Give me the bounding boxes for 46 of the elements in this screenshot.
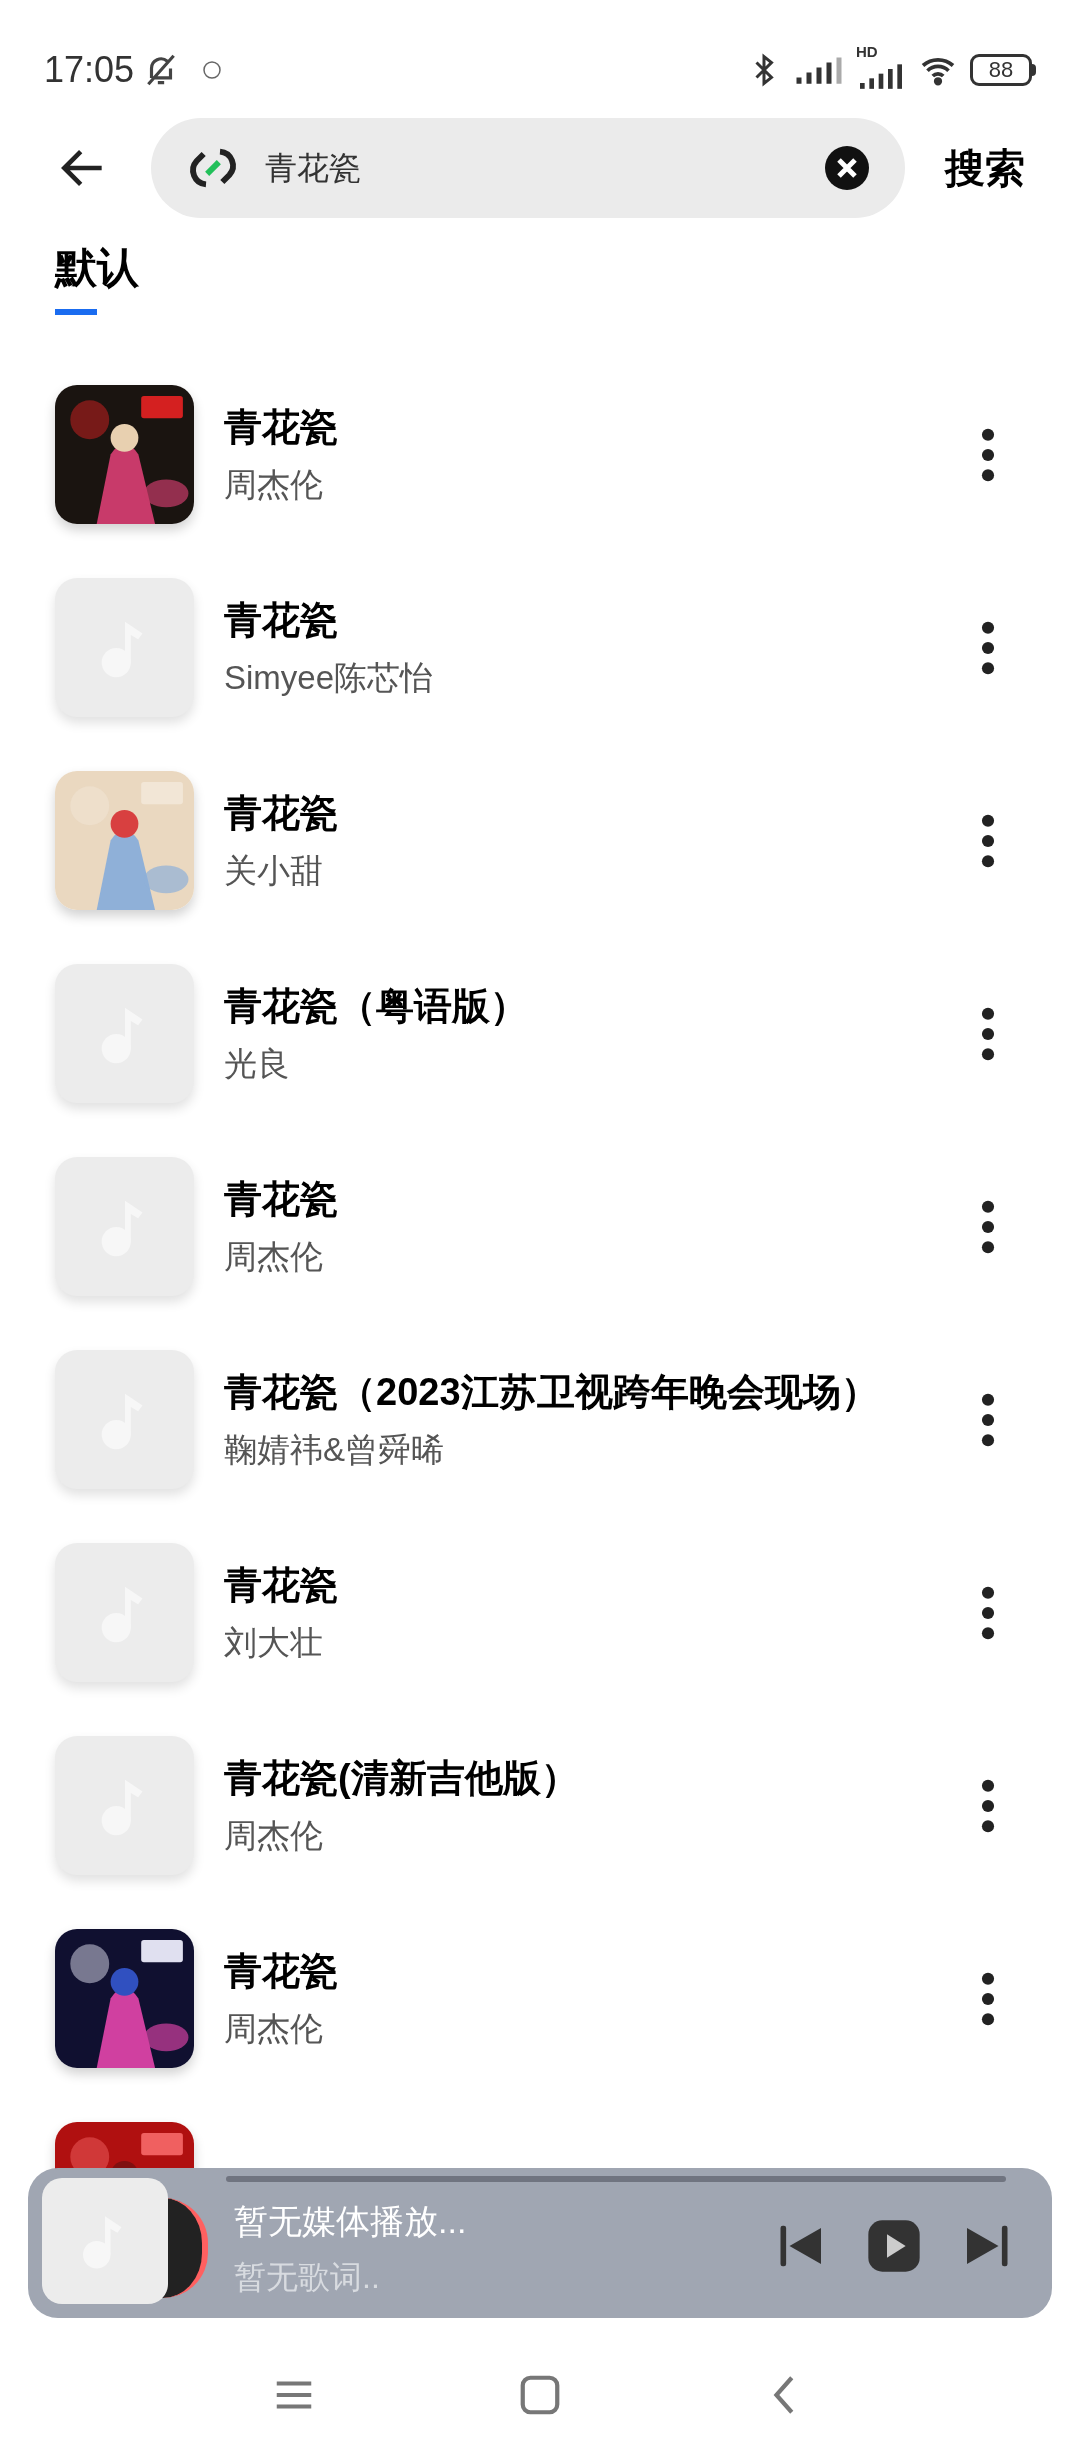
song-row[interactable]: 青花瓷(清新吉他版） 周杰伦 [55,1709,1025,1902]
network-type-label: HD [856,44,878,59]
battery-indicator: 88 [970,54,1036,86]
artist-name: 周杰伦 [224,1237,324,1278]
artist-name: 周杰伦 [224,465,324,506]
song-title: 青花瓷 [224,405,339,451]
more-icon[interactable] [981,1971,995,2026]
more-icon[interactable] [981,1199,995,1254]
song-title: 青花瓷（2023江苏卫视跨年晚会现场） [224,1370,880,1416]
more-icon[interactable] [981,1392,995,1447]
song-title: 青花瓷 [224,791,339,837]
tab[interactable]: 默认 [55,236,139,358]
song-row[interactable]: 青花瓷 周杰伦 [55,358,1025,551]
artist-name: 光良 [224,1044,291,1085]
song-row[interactable]: 青花瓷（2023江苏卫视跨年晚会现场） 鞠婧祎&曾舜晞 [55,1323,1025,1516]
song-title: 青花瓷（粤语版） [224,984,529,1030]
song-title: 青花瓷 [224,1563,339,1609]
song-title: 青花瓷 [224,598,339,644]
artist-name: 鞠婧祎&曾舜晞 [224,1430,445,1471]
artist-name: 周杰伦 [224,1816,324,1857]
clock-time: 17:05 [44,48,135,92]
song-row[interactable]: 青花瓷 刘大壮 [55,1516,1025,1709]
play-icon[interactable] [866,2218,922,2274]
artist-name: 周杰伦 [224,2009,324,2050]
artist-name: 关小甜 [224,851,324,892]
song-title: 青花瓷(清新吉他版） [224,1756,580,1802]
more-icon[interactable] [981,1585,995,1640]
song-row[interactable]: 青花瓷 关小甜 [55,744,1025,937]
more-icon[interactable] [981,1006,995,1061]
player-lyrics: 暂无歌词.. [234,2258,381,2297]
song-row[interactable]: 青花瓷 周杰伦 [55,1130,1025,1323]
song-row[interactable]: 青花瓷 周杰伦 [55,1902,1025,2095]
artist-name: 刘大壮 [224,1623,324,1664]
song-row[interactable]: 青花瓷 Simyee陈芯怡 [55,551,1025,744]
song-title: 青花瓷 [224,1177,339,1223]
song-row[interactable]: 青花瓷（粤语版） 光良 [55,937,1025,1130]
artist-name: Simyee陈芯怡 [224,658,435,699]
song-title: 青花瓷 [224,1949,339,1995]
player-title: 暂无媒体播放... [234,2201,467,2242]
more-icon[interactable] [981,620,995,675]
more-icon[interactable] [981,1778,995,1833]
more-icon[interactable] [981,813,995,868]
search-field[interactable]: 青花瓷 [151,118,905,218]
clear-icon[interactable] [823,144,871,192]
more-icon[interactable] [981,427,995,482]
search-button[interactable]: 搜索 [945,138,1025,198]
